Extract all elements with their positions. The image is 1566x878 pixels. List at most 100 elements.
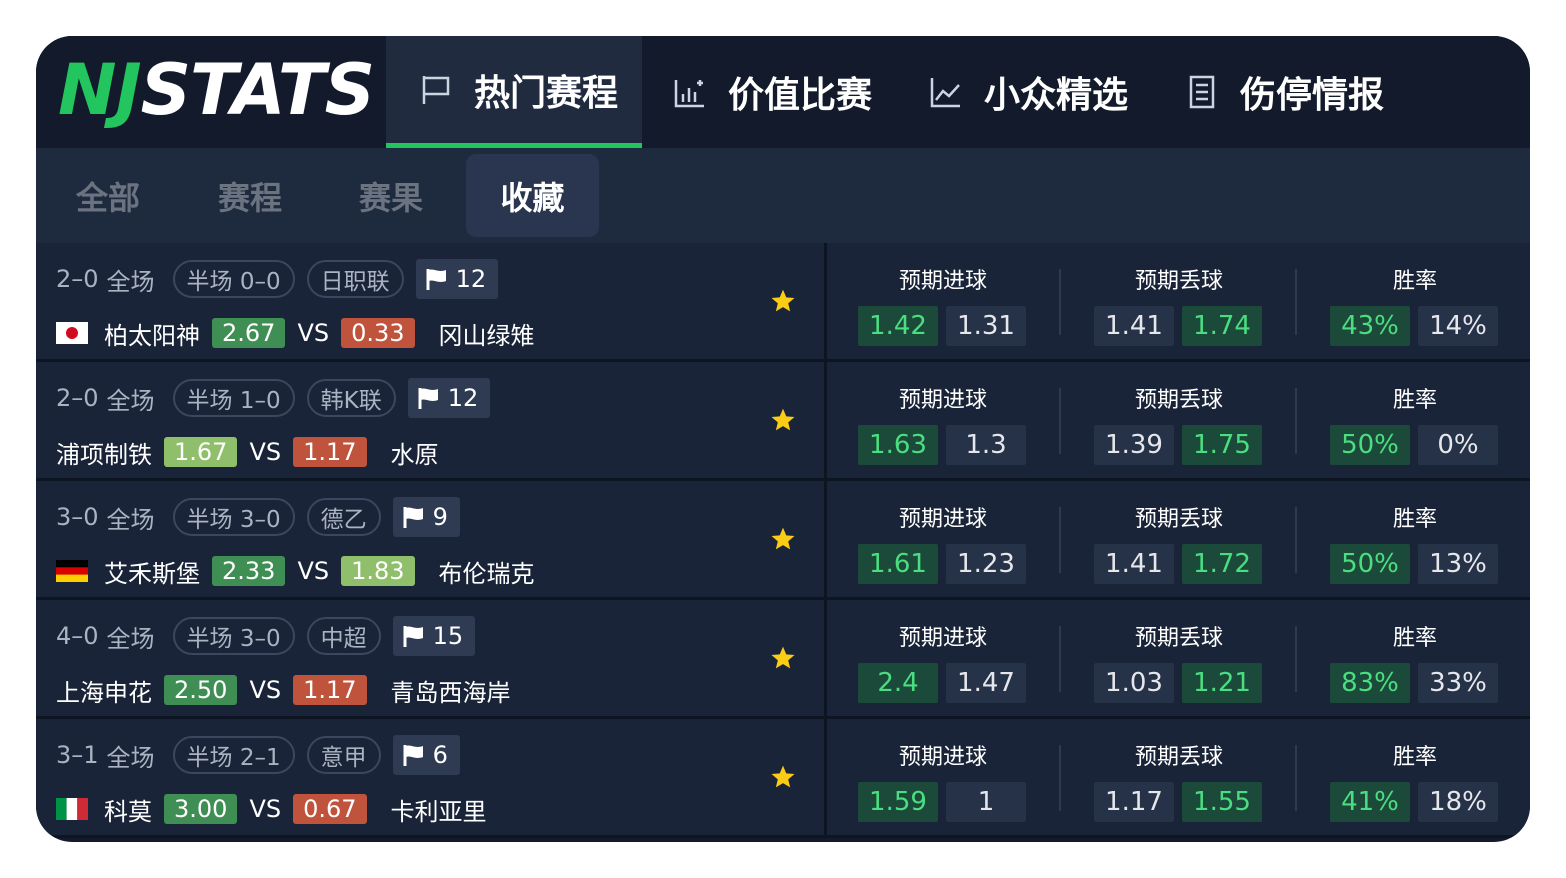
win-rate-home: 43% [1330, 306, 1410, 346]
corners-badge: 12 [407, 378, 491, 418]
home-country-flag [56, 560, 88, 582]
corner-flag-icon [403, 745, 423, 766]
xg-against-stat: 预期丢球 1.39 1.75 [1094, 362, 1264, 478]
corners-count: 15 [432, 622, 464, 650]
xg-for-home: 1.59 [858, 782, 938, 822]
match-row[interactable]: 3–1 全场 半场 2–1 意甲 6 科莫 3.00 VS 0.67 卡利亚里 [36, 719, 1530, 838]
xg-against-away: 1.21 [1182, 663, 1262, 703]
league-badge[interactable]: 意甲 [306, 736, 381, 774]
xg-against-stat: 预期丢球 1.41 1.74 [1094, 243, 1264, 359]
corner-flag-icon [426, 269, 446, 290]
corners-count: 6 [432, 741, 448, 769]
xg-against-away: 1.75 [1182, 425, 1262, 465]
half-time-badge: 半场 3–0 [172, 498, 295, 536]
match-info: 3–1 全场 半场 2–1 意甲 6 科莫 3.00 VS 0.67 卡利亚里 [36, 719, 824, 835]
final-score: 4–0 [56, 622, 99, 650]
final-score: 2–0 [56, 265, 99, 293]
win-rate-label: 胜率 [1392, 388, 1437, 413]
stat-divider [1295, 507, 1297, 573]
xg-against-home: 1.39 [1094, 425, 1174, 465]
xg-for-stat: 预期进球 1.61 1.23 [858, 481, 1028, 597]
home-country-flag [56, 798, 88, 820]
favorite-star-icon[interactable] [770, 407, 796, 433]
home-team[interactable]: 艾禾斯堡 [104, 554, 200, 589]
away-team[interactable]: 青岛西海岸 [391, 673, 511, 708]
away-odd: 1.17 [293, 675, 367, 705]
xg-for-away: 1.31 [946, 306, 1026, 346]
home-team[interactable]: 上海申花 [56, 673, 152, 708]
subtab-fixtures[interactable]: 赛程 [180, 154, 320, 237]
away-odd: 1.83 [341, 556, 415, 586]
away-odd: 0.33 [341, 318, 415, 348]
line-chart-icon [930, 78, 960, 108]
home-odd: 2.33 [212, 556, 286, 586]
nav-tab-niche-picks[interactable]: 小众精选 [928, 36, 1128, 148]
match-info: 2–0 全场 半场 0–0 日职联 12 柏太阳神 2.67 VS 0.33 冈… [36, 243, 824, 359]
xg-against-stat: 预期丢球 1.17 1.55 [1094, 719, 1264, 835]
app-window: NJSTATS 热门赛程 价值比赛 小众精选 伤停情报 全部 赛程 赛果 收藏 … [36, 36, 1530, 842]
full-time-label: 全场 [106, 743, 155, 772]
subtab-results[interactable]: 赛果 [320, 154, 462, 237]
xg-against-away: 1.55 [1182, 782, 1262, 822]
stat-divider [1295, 745, 1297, 811]
nav-tab-hot-fixtures[interactable]: 热门赛程 [386, 36, 642, 148]
xg-against-away: 1.72 [1182, 544, 1262, 584]
subtab-all[interactable]: 全部 [36, 154, 180, 237]
full-time-label: 全场 [106, 267, 155, 296]
nav-tab-value-matches[interactable]: 价值比赛 [672, 36, 872, 148]
corners-count: 12 [455, 265, 487, 293]
away-team[interactable]: 卡利亚里 [391, 792, 487, 827]
favorite-star-icon[interactable] [770, 526, 796, 552]
stat-divider [1059, 745, 1061, 811]
half-time-badge: 半场 1–0 [172, 379, 295, 417]
vs-label: VS [249, 438, 282, 466]
away-team[interactable]: 布伦瑞克 [439, 554, 535, 589]
favorite-star-icon[interactable] [770, 645, 796, 671]
stat-divider [1059, 626, 1061, 692]
win-rate-label: 胜率 [1392, 626, 1437, 651]
xg-against-away: 1.74 [1182, 306, 1262, 346]
win-rate-stat: 胜率 50% 13% [1330, 481, 1500, 597]
win-rate-away: 14% [1418, 306, 1498, 346]
away-team[interactable]: 水原 [391, 435, 439, 470]
win-rate-home: 41% [1330, 782, 1410, 822]
stat-divider [1059, 507, 1061, 573]
bar-chart-icon [674, 80, 704, 108]
match-row[interactable]: 4–0 全场 半场 3–0 中超 15 上海申花 2.50 VS 1.17 青岛… [36, 600, 1530, 719]
column-divider [824, 362, 827, 481]
subtab-favorites[interactable]: 收藏 [466, 154, 599, 237]
league-badge[interactable]: 德乙 [306, 498, 381, 536]
match-row[interactable]: 2–0 全场 半场 1–0 韩K联 12 浦项制铁 1.67 VS 1.17 水… [36, 362, 1530, 481]
league-badge[interactable]: 日职联 [306, 260, 404, 298]
match-row[interactable]: 2–0 全场 半场 0–0 日职联 12 柏太阳神 2.67 VS 0.33 冈… [36, 243, 1530, 362]
xg-for-label: 预期进球 [898, 269, 987, 294]
home-team[interactable]: 浦项制铁 [56, 435, 152, 470]
league-badge[interactable]: 中超 [306, 617, 381, 655]
full-time-label: 全场 [106, 505, 155, 534]
stat-divider [1059, 269, 1061, 335]
final-score: 3–0 [56, 503, 99, 531]
xg-for-label: 预期进球 [898, 626, 987, 651]
league-badge[interactable]: 韩K联 [306, 379, 396, 417]
favorite-star-icon[interactable] [770, 288, 796, 314]
half-time-badge: 半场 3–0 [172, 617, 295, 655]
column-divider [824, 481, 827, 600]
win-rate-home: 83% [1330, 663, 1410, 703]
logo[interactable]: NJSTATS [58, 50, 375, 130]
home-country-flag [56, 322, 88, 344]
win-rate-stat: 胜率 43% 14% [1330, 243, 1500, 359]
home-team[interactable]: 柏太阳神 [104, 316, 200, 351]
away-team[interactable]: 冈山绿雉 [439, 316, 535, 351]
favorite-star-icon[interactable] [770, 764, 796, 790]
match-row[interactable]: 3–0 全场 半场 3–0 德乙 9 艾禾斯堡 2.33 VS 1.83 布伦瑞… [36, 481, 1530, 600]
home-odd: 2.67 [212, 318, 286, 348]
nav-tab-injury-news[interactable]: 伤停情报 [1184, 36, 1384, 148]
top-navigation: NJSTATS 热门赛程 价值比赛 小众精选 伤停情报 [36, 36, 1530, 148]
home-team[interactable]: 科莫 [104, 792, 152, 827]
home-odd: 2.50 [164, 675, 238, 705]
away-odd: 1.17 [293, 437, 367, 467]
xg-for-stat: 预期进球 2.4 1.47 [858, 600, 1028, 716]
corner-flag-icon [418, 388, 438, 409]
win-rate-home: 50% [1330, 425, 1410, 465]
stat-divider [1295, 388, 1297, 454]
